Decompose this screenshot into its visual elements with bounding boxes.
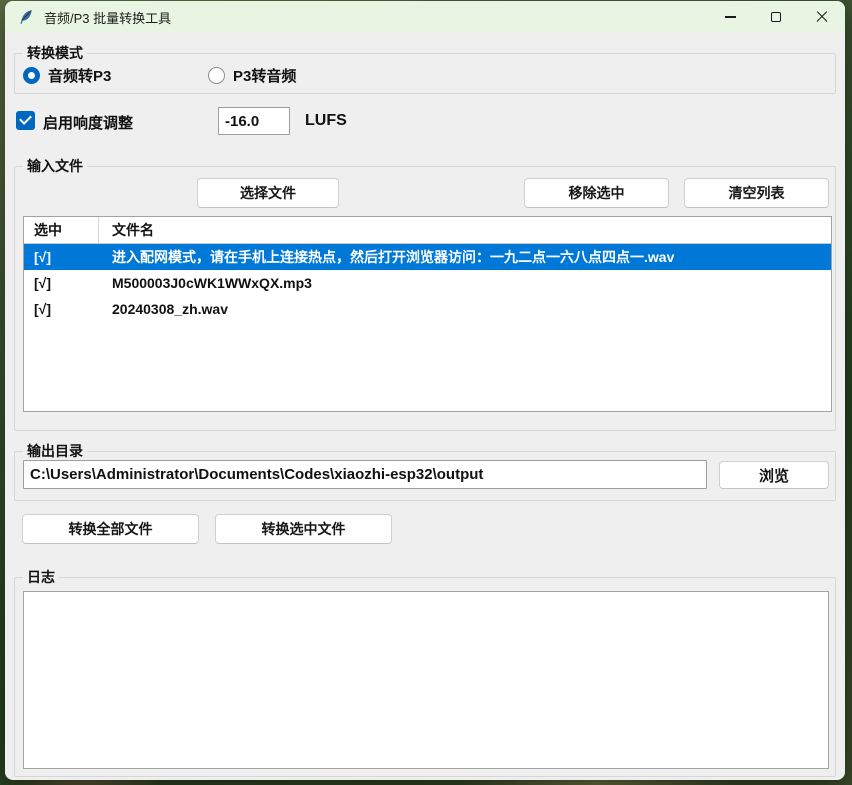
- lufs-input[interactable]: [218, 107, 290, 135]
- column-header-checked[interactable]: 选中: [24, 217, 99, 243]
- minimize-icon: [725, 16, 736, 17]
- radio-audio-to-p3[interactable]: 音频转P3: [23, 65, 111, 86]
- table-row[interactable]: [√] 20240308_zh.wav: [24, 296, 831, 322]
- mode-groupbox: 转换模式 音频转P3 P3转音频: [14, 53, 836, 94]
- row-filename: 进入配网模式，请在手机上连接热点，然后打开浏览器访问：一九二点一六八点四点一.w…: [99, 244, 831, 270]
- table-row[interactable]: [√] 进入配网模式，请在手机上连接热点，然后打开浏览器访问：一九二点一六八点四…: [24, 244, 831, 270]
- python-feather-icon: [18, 9, 34, 25]
- titlebar[interactable]: 音频/P3 批量转换工具: [5, 1, 845, 33]
- browse-button[interactable]: 浏览: [719, 461, 829, 489]
- radio-audio-to-p3-label: 音频转P3: [48, 65, 111, 86]
- file-table-header: 选中 文件名: [24, 217, 831, 244]
- maximize-icon: [771, 12, 781, 22]
- log-textarea[interactable]: [23, 591, 829, 769]
- radio-p3-to-audio-label: P3转音频: [233, 65, 296, 86]
- mode-group-label: 转换模式: [23, 44, 87, 62]
- loudness-checkbox[interactable]: [16, 111, 35, 130]
- output-path-input[interactable]: [23, 460, 707, 489]
- close-icon: [816, 11, 828, 23]
- input-files-group-label: 输入文件: [23, 157, 87, 175]
- remove-selected-button[interactable]: 移除选中: [524, 178, 669, 208]
- log-group-label: 日志: [23, 568, 59, 586]
- log-groupbox: 日志: [14, 577, 836, 777]
- close-button[interactable]: [799, 1, 845, 33]
- loudness-checkbox-label: 启用响度调整: [43, 112, 133, 133]
- output-dir-groupbox: 输出目录 浏览: [14, 451, 836, 501]
- row-filename: M500003J0cWK1WWxQX.mp3: [99, 270, 831, 296]
- row-checkmark: [√]: [24, 296, 99, 322]
- convert-all-button[interactable]: 转换全部文件: [22, 514, 199, 544]
- column-header-filename[interactable]: 文件名: [99, 217, 831, 243]
- radio-p3-to-audio[interactable]: P3转音频: [208, 65, 296, 86]
- convert-selected-button[interactable]: 转换选中文件: [215, 514, 392, 544]
- radio-selected-icon: [23, 67, 40, 84]
- row-checkmark: [√]: [24, 244, 99, 270]
- row-filename: 20240308_zh.wav: [99, 296, 831, 322]
- lufs-unit-label: LUFS: [305, 112, 347, 130]
- select-files-button[interactable]: 选择文件: [197, 178, 339, 208]
- minimize-button[interactable]: [707, 1, 753, 33]
- radio-unselected-icon: [208, 67, 225, 84]
- window-title: 音频/P3 批量转换工具: [44, 8, 171, 27]
- app-window: 音频/P3 批量转换工具 转换模式 音频转P3 P3转音频 启用响度调整 LUF…: [5, 1, 845, 780]
- file-list-table: 选中 文件名 [√] 进入配网模式，请在手机上连接热点，然后打开浏览器访问：一九…: [23, 216, 832, 412]
- clear-list-button[interactable]: 清空列表: [684, 178, 829, 208]
- table-row[interactable]: [√] M500003J0cWK1WWxQX.mp3: [24, 270, 831, 296]
- window-controls: [707, 1, 845, 33]
- maximize-button[interactable]: [753, 1, 799, 33]
- input-files-groupbox: 输入文件 选择文件 移除选中 清空列表 选中 文件名 [√] 进入配网模式，请在…: [14, 166, 836, 431]
- output-dir-group-label: 输出目录: [23, 442, 87, 460]
- row-checkmark: [√]: [24, 270, 99, 296]
